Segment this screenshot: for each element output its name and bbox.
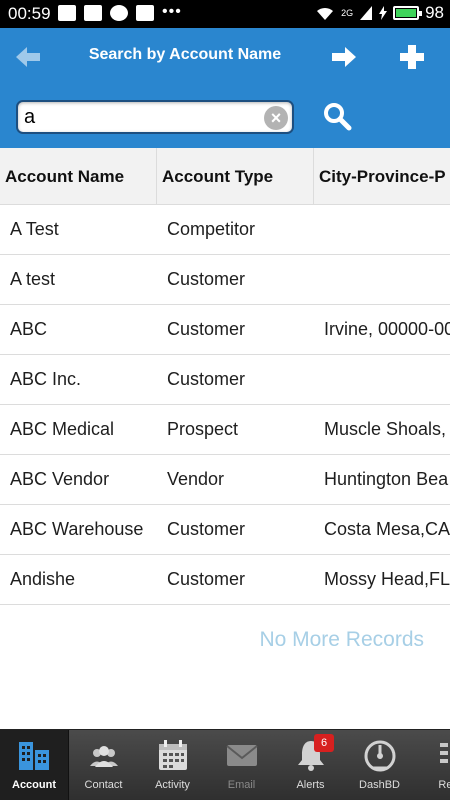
cell-account-type: Customer — [167, 319, 246, 339]
table-row[interactable]: Andishe Customer Mossy Head,FL — [0, 555, 450, 605]
notification-icons: ••• — [58, 3, 182, 21]
status-bar: 00:59 ••• 2G 98 — [0, 0, 450, 28]
status-time: 00:59 — [8, 4, 51, 23]
cell-city — [314, 255, 450, 304]
nav-label: Account — [12, 779, 56, 791]
reports-icon — [439, 743, 448, 763]
cell-city: Mossy Head,FL — [324, 569, 450, 589]
table-row[interactable]: A Test Competitor — [0, 205, 450, 255]
mail-notification-icon-2 — [84, 5, 102, 21]
more-notifications-icon: ••• — [162, 3, 182, 20]
battery-fill — [396, 9, 416, 17]
nav-label: DashBD — [359, 779, 400, 791]
column-header-account-name[interactable]: Account Name — [0, 148, 157, 204]
nav-account[interactable]: Account — [0, 730, 69, 800]
no-more-records-label: No More Records — [259, 628, 424, 651]
bottom-nav: Account Contact Activity Email 6 Alerts … — [0, 729, 450, 800]
arrow-right-icon[interactable] — [328, 41, 360, 73]
charging-icon — [379, 6, 388, 20]
account-notification-icon — [110, 5, 128, 21]
wifi-icon — [317, 7, 334, 21]
cell-city: Huntington Bea — [324, 469, 449, 489]
nav-label: Alerts — [296, 779, 325, 791]
cell-account-name: ABC Vendor — [10, 469, 110, 489]
building-icon — [19, 742, 49, 770]
nav-activity[interactable]: Activity — [138, 730, 207, 800]
plus-icon[interactable] — [396, 41, 428, 73]
cell-account-type: Customer — [167, 369, 246, 389]
image-notification-icon — [136, 5, 154, 21]
nav-label: Rep — [438, 779, 450, 791]
column-header-city[interactable]: City-Province-P — [314, 148, 450, 204]
cell-city: Muscle Shoals, — [324, 419, 447, 439]
cell-city: Costa Mesa,CA — [324, 519, 450, 539]
nav-label: Activity — [155, 779, 190, 791]
table-row[interactable]: ABC Inc. Customer — [0, 355, 450, 405]
search-field: × — [16, 100, 294, 134]
table-row[interactable]: ABC Vendor Vendor Huntington Bea — [0, 455, 450, 505]
table-header: Account Name Account Type City-Province-… — [0, 148, 450, 205]
battery-percent: 98 — [425, 3, 444, 22]
nav-dashbd[interactable]: DashBD — [345, 730, 414, 800]
nav-contact[interactable]: Contact — [69, 730, 138, 800]
alerts-badge: 6 — [314, 734, 334, 752]
calendar-icon — [158, 740, 187, 770]
table-row[interactable]: A test Customer — [0, 255, 450, 305]
nav-label: Email — [227, 779, 256, 791]
table-row[interactable]: ABC Customer Irvine, 00000-00 — [0, 305, 450, 355]
table-row[interactable]: ABC Warehouse Customer Costa Mesa,CA — [0, 505, 450, 555]
column-header-account-type[interactable]: Account Type — [157, 148, 314, 204]
search-input[interactable] — [24, 105, 254, 129]
clear-icon[interactable]: × — [264, 106, 288, 130]
nav-label: Contact — [84, 779, 123, 791]
people-icon — [89, 746, 118, 767]
app-header: Search by Account Name — [0, 28, 450, 86]
cell-city — [314, 205, 450, 254]
mail-notification-icon — [58, 5, 76, 21]
cell-city: Irvine, 00000-00 — [324, 319, 450, 339]
nav-reports[interactable]: Rep — [414, 730, 450, 800]
table-row[interactable]: ABC Medical Prospect Muscle Shoals, — [0, 405, 450, 455]
cell-account-name: ABC Warehouse — [10, 519, 144, 539]
cell-city — [314, 355, 450, 404]
cell-account-type: Prospect — [167, 419, 239, 439]
cell-signal-icon — [360, 6, 373, 20]
cell-account-type: Vendor — [167, 469, 225, 489]
cell-account-name: ABC — [10, 319, 48, 339]
gauge-icon — [364, 740, 395, 772]
nav-alerts[interactable]: 6 Alerts — [276, 730, 345, 800]
cell-account-name: ABC Medical — [10, 419, 115, 439]
cell-account-type: Customer — [167, 569, 246, 589]
cell-account-name: A test — [10, 269, 56, 289]
cell-account-type: Competitor — [167, 219, 256, 239]
page-title: Search by Account Name — [88, 46, 282, 63]
table-body: A Test Competitor A test Customer ABC Cu… — [0, 205, 450, 605]
cell-account-name: A Test — [10, 219, 59, 239]
cell-account-type: Customer — [167, 269, 246, 289]
envelope-icon — [225, 745, 258, 766]
cell-account-type: Customer — [167, 519, 246, 539]
cell-account-name: ABC Inc. — [10, 369, 82, 389]
search-icon[interactable] — [322, 101, 352, 131]
nav-email[interactable]: Email — [207, 730, 276, 800]
signal-label: 2G — [341, 7, 354, 18]
battery-icon — [393, 6, 423, 20]
search-bar: × — [0, 86, 450, 148]
cell-account-name: Andishe — [10, 569, 76, 589]
